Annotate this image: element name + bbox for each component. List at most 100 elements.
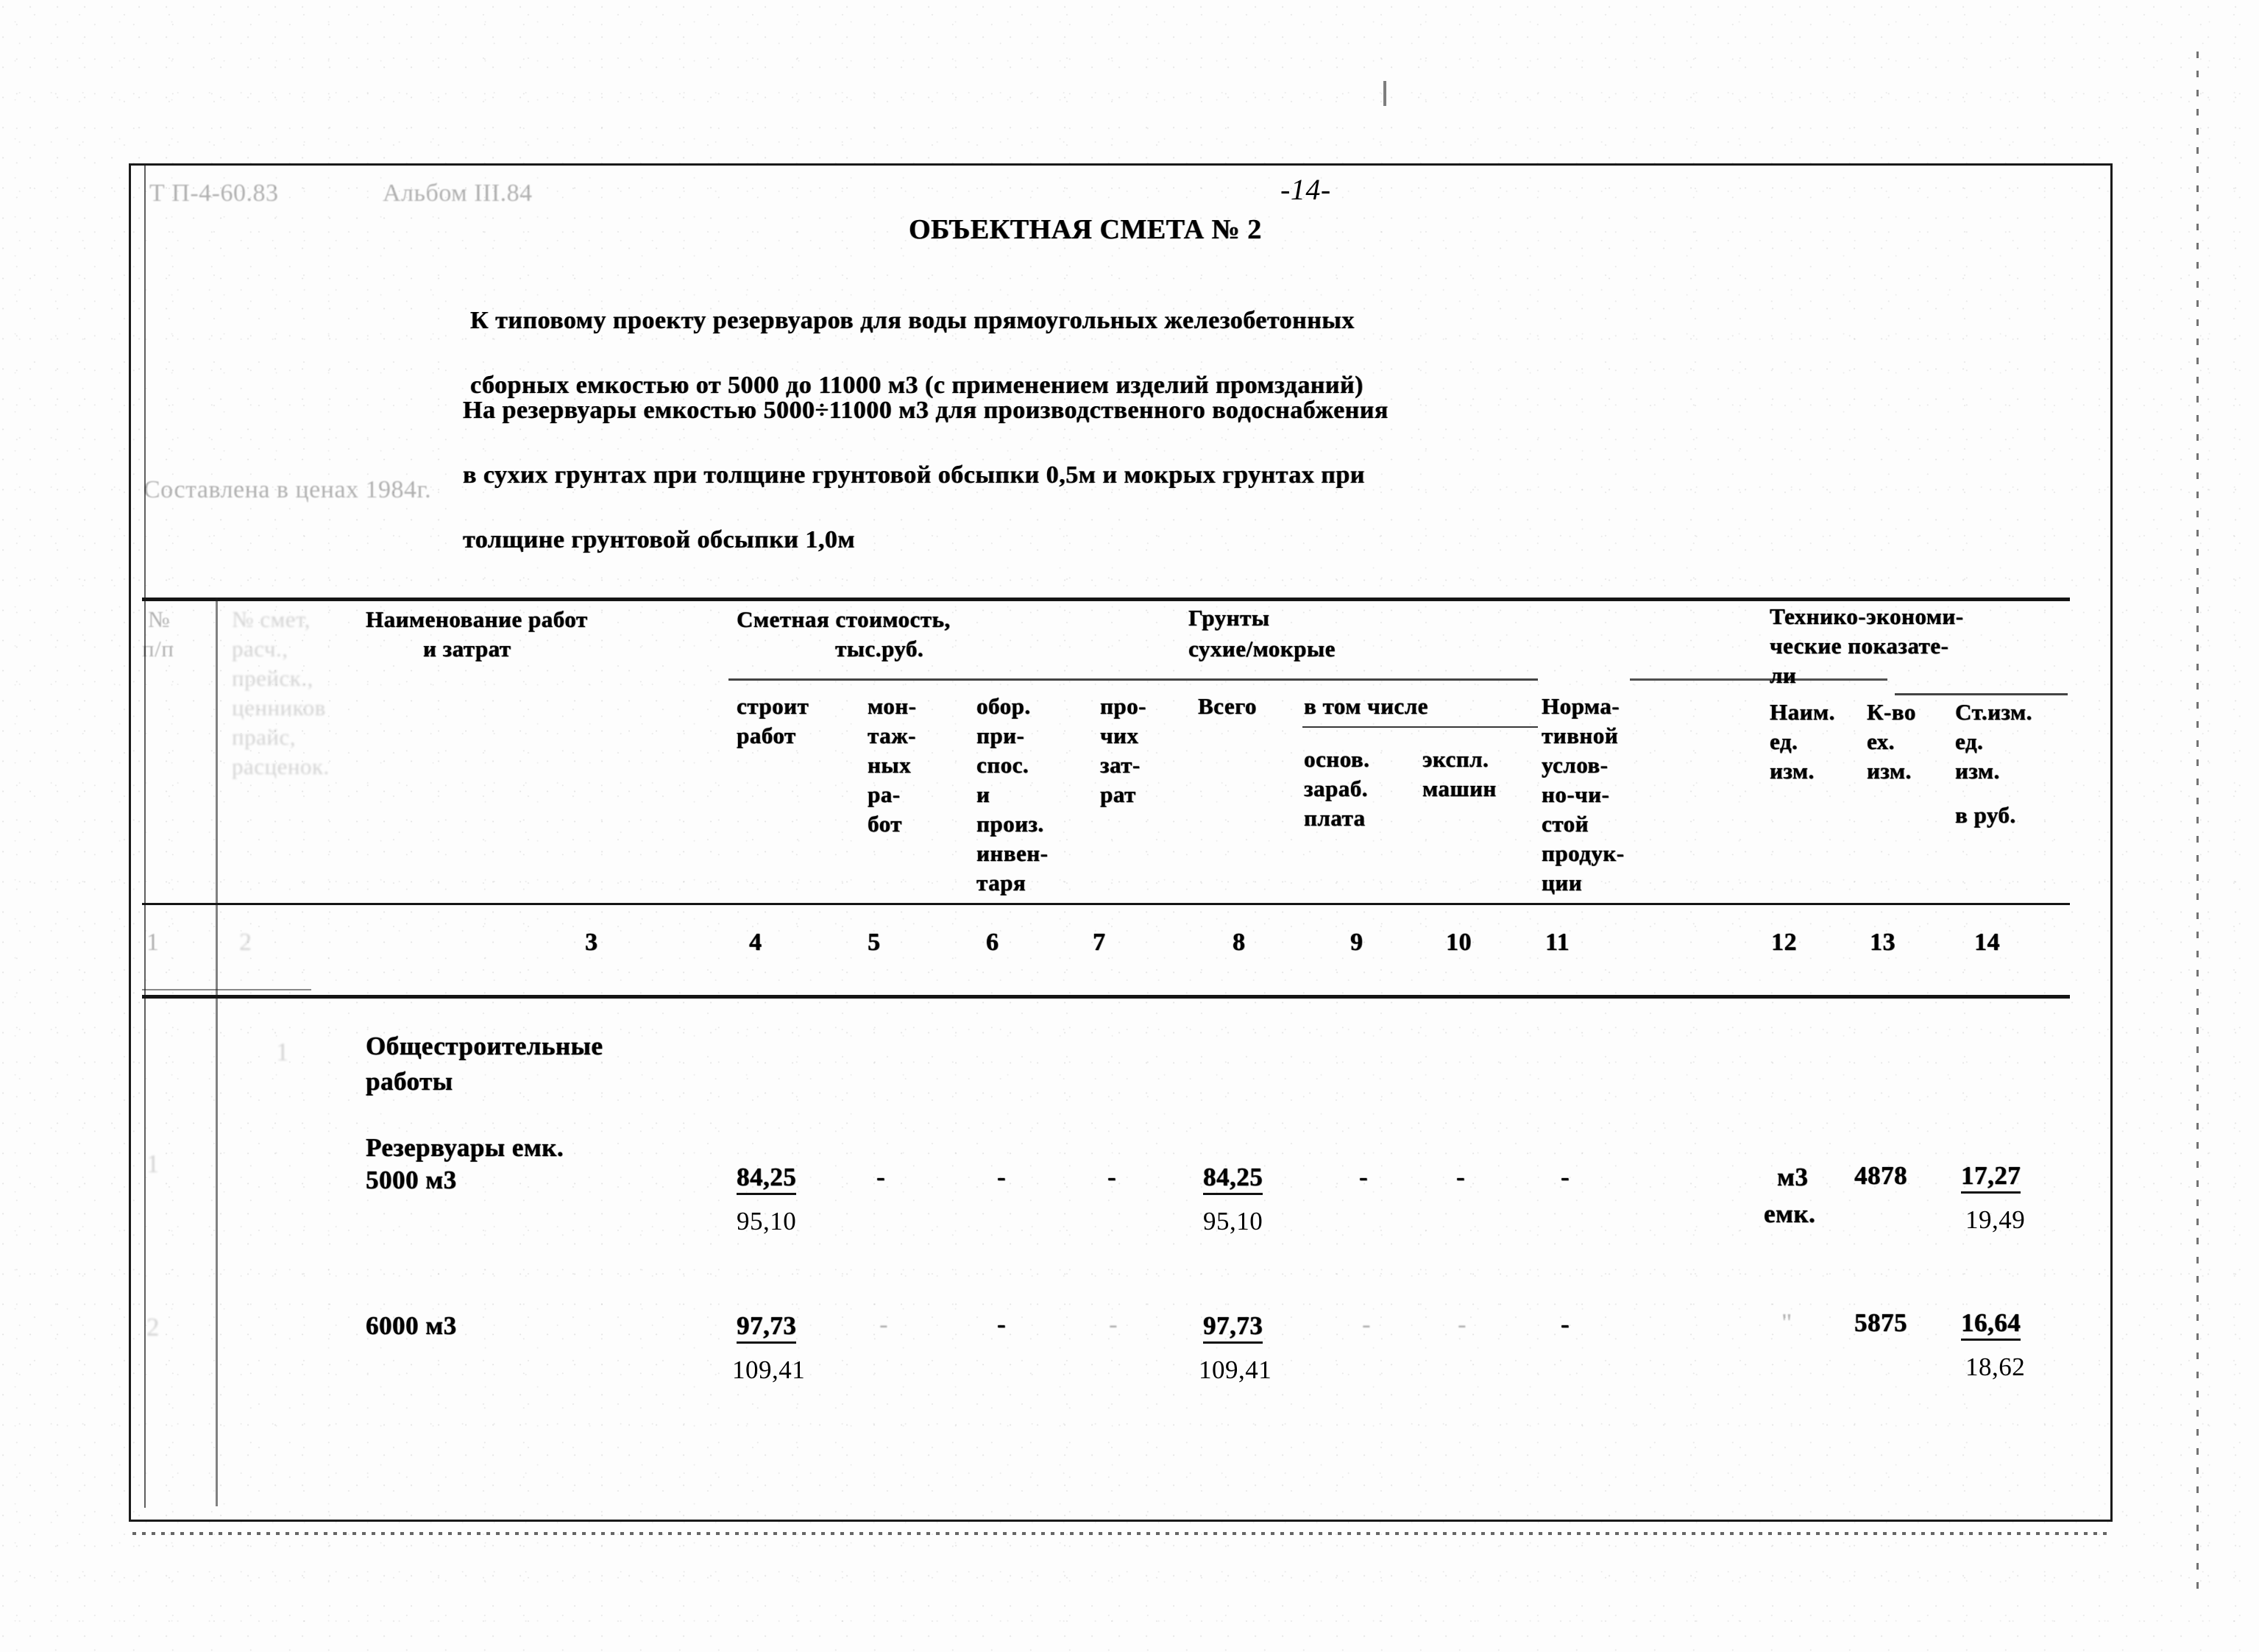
colnum-2: 2 xyxy=(239,929,252,956)
subheader-normativ-line6: продук- xyxy=(1542,840,1625,866)
row2-ekspl: - xyxy=(1458,1310,1467,1339)
row2-prochih: - xyxy=(1109,1310,1118,1339)
col-separator-left xyxy=(216,598,218,1506)
header-smetano-line3: прейск., xyxy=(232,665,313,691)
row1-vsego-dry: 84,25 xyxy=(1203,1163,1263,1195)
header-teo-line3: ли xyxy=(1770,662,1797,688)
colnum-3: 3 xyxy=(585,929,598,956)
subheader-naimed-line1: Наим. xyxy=(1770,699,1835,725)
scanned-page: Т П-4-60.83 Альбом III.84 -14- ОБЪЕКТНАЯ… xyxy=(0,0,2259,1652)
colnum-4: 4 xyxy=(749,929,762,956)
subheader-normativ-line5: стой xyxy=(1542,811,1589,837)
row1-stizm-wet: 19,49 xyxy=(1965,1205,2026,1234)
group-header-rule-normative xyxy=(1630,678,1887,681)
subheader-normativ-line2: тивной xyxy=(1542,723,1619,748)
header-grunty-line1: Грунты xyxy=(1188,605,1270,631)
subheader-montazh-line1: мон- xyxy=(868,693,917,719)
scope-line-1: На резервуары емкостью 5000÷11000 м3 для… xyxy=(463,397,1389,424)
document-content: Т П-4-60.83 Альбом III.84 -14- ОБЪЕКТНАЯ… xyxy=(129,163,2108,1517)
colnum-14: 14 xyxy=(1974,929,2000,956)
row1-oborud: - xyxy=(997,1163,1007,1191)
subheader-montazh-line3: ных xyxy=(868,752,912,778)
bottom-dotted-rule xyxy=(132,1532,2112,1535)
colnum-9: 9 xyxy=(1350,929,1363,956)
subheader-normativ-line7: ции xyxy=(1542,870,1583,896)
subheader-stizm-line3: изм. xyxy=(1955,758,2000,784)
row1-stizm-dry: 17,27 xyxy=(1961,1161,2021,1194)
row1-kvo: 4878 xyxy=(1854,1161,1907,1190)
subheader-prochih-line1: про- xyxy=(1100,693,1146,719)
header-np-line2: п/п xyxy=(142,636,174,662)
subheader-montazh-line5: бот xyxy=(868,811,902,837)
subheader-oborud-line4: и xyxy=(976,781,990,807)
colnum-5: 5 xyxy=(868,929,881,956)
prices-note: Составлена в ценах 1984г. xyxy=(143,476,432,503)
row1-stroit-wet: 95,10 xyxy=(737,1207,797,1236)
subheader-prochih-line3: зат- xyxy=(1100,752,1141,778)
document-code: Т П-4-60.83 xyxy=(149,180,279,207)
subheader-normativ-line3: услов- xyxy=(1542,752,1609,778)
subheader-ekspl-line2: машин xyxy=(1422,776,1497,801)
header-smetano-line5: прайс, xyxy=(232,724,296,750)
subheader-oborud-line3: спос. xyxy=(976,752,1029,778)
subheader-naimed-line2: ед. xyxy=(1770,728,1798,754)
header-smeta-line2: тыс.руб. xyxy=(835,636,924,662)
scope-line-2: в сухих грунтах при толщине грунтовой об… xyxy=(463,461,1365,489)
row1-vsego-wet: 95,10 xyxy=(1203,1207,1263,1236)
group-header-rule-cost xyxy=(728,678,1538,681)
column-number-bottom-rule xyxy=(142,995,2070,999)
subheader-stroit-line1: строит xyxy=(737,693,809,719)
subheader-oborud-line6: инвен- xyxy=(976,840,1049,866)
group-header-rule-teo xyxy=(1895,693,2068,695)
row2-oborud: - xyxy=(997,1310,1007,1339)
header-naimenovanie-line1: Наименование работ xyxy=(366,606,588,632)
header-smeta-line1: Сметная стоимость, xyxy=(737,606,951,632)
colnum-13: 13 xyxy=(1870,929,1895,956)
subheader-kvo-line1: К-во xyxy=(1867,699,1916,725)
header-smetano-line6: расценок. xyxy=(232,754,330,779)
row1-name-line1: Резервуары емк. xyxy=(366,1133,564,1162)
row1-ekspl: - xyxy=(1456,1163,1466,1191)
subheader-normativ-line1: Норма- xyxy=(1542,693,1620,719)
row2-naim-ed-line1: " xyxy=(1781,1308,1792,1337)
subheader-stroit-line2: работ xyxy=(737,723,796,748)
header-smetano-line2: расч., xyxy=(232,636,288,662)
subtitle-line-1: К типовому проекту резервуаров для воды … xyxy=(470,307,1355,334)
subheader-osnovn-line2: зараб. xyxy=(1304,776,1368,801)
table-top-rule xyxy=(142,598,2070,601)
subheader-montazh-line2: таж- xyxy=(868,723,916,748)
album-label: Альбом III.84 xyxy=(383,180,533,207)
row1-naim-ed-line1: м3 xyxy=(1777,1163,1809,1191)
row2-osnovn: - xyxy=(1362,1310,1372,1339)
subheader-prochih-line4: рат xyxy=(1100,781,1136,807)
section-marker: 1 xyxy=(276,1038,289,1066)
subheader-osnovn-line1: основ. xyxy=(1304,746,1370,772)
row1-osnovn: - xyxy=(1359,1163,1369,1191)
subheader-stizm-line2: ед. xyxy=(1955,728,1984,754)
colnum-1: 1 xyxy=(146,929,160,956)
row2-normativ: - xyxy=(1561,1310,1570,1339)
subheader-montazh-line4: ра- xyxy=(868,781,901,807)
header-teo-line1: Технико-экономи- xyxy=(1770,603,1964,629)
subheader-oborud-line1: обор. xyxy=(976,693,1031,719)
header-teo-line2: ческие показате- xyxy=(1770,633,1949,659)
row1-naim-ed-line2: емк. xyxy=(1764,1199,1816,1228)
row2-no: 2 xyxy=(146,1313,160,1341)
subheader-prochih-line2: чих xyxy=(1100,723,1139,748)
header-smetano-line4: ценников xyxy=(232,695,326,720)
table-header-bottom-rule xyxy=(142,903,2070,905)
header-np-line1: № xyxy=(148,606,171,632)
row2-kvo: 5875 xyxy=(1854,1308,1907,1337)
subheader-vtomchisle: в том числе xyxy=(1304,693,1428,719)
subheader-oborud-line2: при- xyxy=(976,723,1025,748)
subheader-ekspl-line1: экспл. xyxy=(1422,746,1489,772)
row1-prochih: - xyxy=(1107,1163,1117,1191)
row1-name-line2: 5000 м3 xyxy=(366,1166,457,1194)
top-edge-scan-artifact xyxy=(1383,81,1386,106)
row2-name-line2: 6000 м3 xyxy=(366,1311,457,1340)
subheader-stizm-line4: в руб. xyxy=(1955,802,2016,828)
row2-vsego-wet: 109,41 xyxy=(1199,1355,1272,1384)
subheader-vsego: Всего xyxy=(1198,693,1257,719)
section-name-line1: Общестроительные xyxy=(366,1032,603,1060)
page-title: ОБЪЕКТНАЯ СМЕТА № 2 xyxy=(909,214,1262,245)
